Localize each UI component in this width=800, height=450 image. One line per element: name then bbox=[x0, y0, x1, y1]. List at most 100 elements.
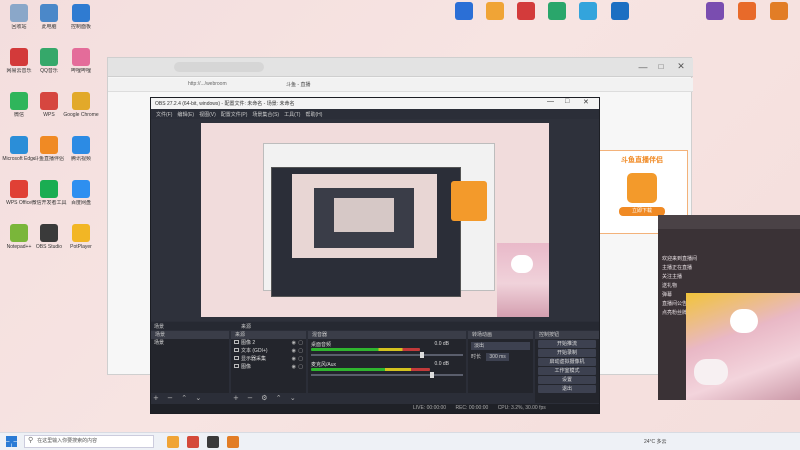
desktop-icon[interactable] bbox=[511, 2, 541, 22]
desktop-icon[interactable]: 控制面板 bbox=[62, 4, 100, 30]
source-item[interactable]: 图像 2 ◉ ▢ bbox=[231, 339, 306, 347]
obs-close-button[interactable]: ✕ bbox=[583, 98, 589, 106]
obs-control-button[interactable]: 工作室模式 bbox=[538, 367, 596, 375]
desktop-icon[interactable] bbox=[480, 2, 510, 22]
monitor-icon bbox=[234, 356, 239, 360]
app-icon bbox=[486, 2, 504, 20]
source-label: 图像 2 bbox=[241, 340, 256, 346]
app-icon bbox=[72, 4, 90, 22]
add-scene-button[interactable]: + bbox=[153, 394, 159, 402]
eye-icon[interactable]: ◉ bbox=[292, 355, 296, 363]
taskbar-app-icon[interactable] bbox=[187, 436, 199, 448]
app-icon bbox=[40, 136, 58, 154]
app-icon bbox=[738, 2, 756, 20]
source-item[interactable]: 图像 ◉ ▢ bbox=[231, 363, 306, 371]
app-icon bbox=[706, 2, 724, 20]
eye-icon[interactable]: ◉ bbox=[292, 347, 296, 355]
obs-window: OBS 27.2.4 (64-bit, windows) - 配置文件: 未命名… bbox=[150, 97, 600, 414]
obs-titlebar: OBS 27.2.4 (64-bit, windows) - 配置文件: 未命名… bbox=[151, 98, 599, 109]
minimize-button[interactable]: — bbox=[636, 60, 650, 74]
scene-item[interactable]: 场景 bbox=[151, 339, 229, 347]
gear-icon[interactable]: ⚙ bbox=[261, 394, 267, 402]
volume-slider[interactable] bbox=[311, 352, 463, 358]
app-icon bbox=[72, 136, 90, 154]
obs-menu-item[interactable]: 帮助(H) bbox=[305, 111, 322, 118]
obs-control-button[interactable]: 开始推流 bbox=[538, 340, 596, 348]
obs-control-button[interactable]: 设置 bbox=[538, 376, 596, 384]
lock-icon[interactable]: ▢ bbox=[298, 363, 303, 371]
obs-menu-item[interactable]: 配置文件(P) bbox=[221, 111, 248, 118]
obs-menu-item[interactable]: 编辑(E) bbox=[177, 111, 194, 118]
add-source-button[interactable]: + bbox=[233, 394, 239, 402]
desktop-icon[interactable]: 腾讯视频 bbox=[62, 136, 100, 162]
move-source-up-button[interactable]: ⌃ bbox=[276, 394, 282, 402]
live-chat-overlay: 欢迎来到直播间 主播正在直播 关注主播 送礼物 弹幕 直播间公告 点亮粉丝牌 bbox=[658, 215, 800, 400]
source-label: 显示器采集 bbox=[241, 356, 267, 362]
desktop-icon[interactable] bbox=[764, 2, 794, 22]
lock-icon[interactable]: ▢ bbox=[298, 339, 303, 347]
source-item[interactable]: 显示器采集 ◉ ▢ bbox=[231, 355, 306, 363]
scenes-dock-title: 场景 bbox=[154, 324, 165, 330]
obs-menu-item[interactable]: 视图(V) bbox=[199, 111, 216, 118]
maximize-button[interactable]: □ bbox=[654, 60, 668, 74]
browser-search-box[interactable] bbox=[174, 62, 264, 72]
chat-message: 关注主播 bbox=[662, 274, 683, 280]
taskbar-search-placeholder: 在这里输入你要搜索的内容 bbox=[37, 438, 98, 444]
obs-control-button[interactable]: 开始录制 bbox=[538, 349, 596, 357]
obs-menu-item[interactable]: 场景集合(S) bbox=[252, 111, 279, 118]
volume-slider-handle[interactable] bbox=[429, 372, 434, 378]
desktop-icon[interactable] bbox=[700, 2, 730, 22]
obs-control-button[interactable]: 退出 bbox=[538, 385, 596, 393]
obs-maximize-button[interactable]: □ bbox=[565, 98, 569, 105]
desktop-icon[interactable] bbox=[732, 2, 762, 22]
move-source-down-button[interactable]: ⌄ bbox=[290, 394, 296, 402]
transition-select[interactable]: 淡出 bbox=[471, 342, 530, 350]
desktop-icon[interactable] bbox=[605, 2, 635, 22]
volume-slider[interactable] bbox=[311, 372, 463, 378]
taskbar-app-icon[interactable] bbox=[167, 436, 179, 448]
app-icon bbox=[40, 180, 58, 198]
remove-scene-button[interactable]: − bbox=[167, 394, 173, 402]
volume-slider-handle[interactable] bbox=[420, 352, 425, 358]
lock-icon[interactable]: ▢ bbox=[298, 347, 303, 355]
obs-minimize-button[interactable]: — bbox=[547, 98, 554, 105]
start-button[interactable] bbox=[6, 436, 17, 447]
desktop-icon[interactable]: PotPlayer bbox=[62, 224, 100, 250]
obs-control-button[interactable]: 启动虚拟摄像机 bbox=[538, 358, 596, 366]
taskbar-app-icon[interactable] bbox=[207, 436, 219, 448]
eye-icon[interactable]: ◉ bbox=[292, 339, 296, 347]
taskbar-search[interactable]: ⚲ 在这里输入你要搜索的内容 bbox=[24, 435, 154, 448]
nested-obs bbox=[271, 167, 461, 297]
windows-icon bbox=[6, 436, 17, 447]
desktop-icon[interactable]: Google Chrome bbox=[62, 92, 100, 118]
image-icon bbox=[234, 364, 239, 368]
desktop-icon[interactable]: 百度网盘 bbox=[62, 180, 100, 206]
browser-tab[interactable]: 斗鱼 - 直播 bbox=[286, 81, 346, 88]
browser-toolbar: http://.../webroom 斗鱼 - 直播 bbox=[108, 78, 693, 92]
move-scene-up-button[interactable]: ⌃ bbox=[181, 394, 187, 402]
desktop-icon[interactable] bbox=[449, 2, 479, 22]
lock-icon[interactable]: ▢ bbox=[298, 355, 303, 363]
obs-menu-item[interactable]: 文件(F) bbox=[156, 111, 172, 118]
preview-webcam-image bbox=[497, 243, 549, 317]
duration-input[interactable]: 300 ms bbox=[486, 353, 509, 361]
chat-header bbox=[658, 215, 800, 229]
close-button[interactable]: ✕ bbox=[674, 60, 688, 74]
desktop-icon[interactable] bbox=[542, 2, 572, 22]
desktop-icon[interactable]: 哔哩哔哩 bbox=[62, 48, 100, 74]
app-icon bbox=[548, 2, 566, 20]
webcam-face-sticker bbox=[730, 309, 758, 333]
taskbar-app-icon[interactable] bbox=[227, 436, 239, 448]
remove-source-button[interactable]: − bbox=[247, 394, 253, 402]
app-icon bbox=[10, 180, 28, 198]
live-status: LIVE: 00:00:00 bbox=[413, 405, 447, 411]
desktop-icon[interactable] bbox=[573, 2, 603, 22]
eye-icon[interactable]: ◉ bbox=[292, 363, 296, 371]
move-scene-down-button[interactable]: ⌄ bbox=[195, 394, 201, 402]
address-bar[interactable]: http://.../webroom bbox=[188, 81, 278, 87]
sources-toolbar: + − ⚙ ⌃ ⌄ bbox=[233, 394, 307, 403]
source-item[interactable]: 文本 (GDI+) ◉ ▢ bbox=[231, 347, 306, 355]
search-icon: ⚲ bbox=[28, 436, 34, 444]
obs-menu-item[interactable]: 工具(T) bbox=[284, 111, 300, 118]
weather-widget[interactable]: 24°C 多云 bbox=[644, 438, 667, 445]
